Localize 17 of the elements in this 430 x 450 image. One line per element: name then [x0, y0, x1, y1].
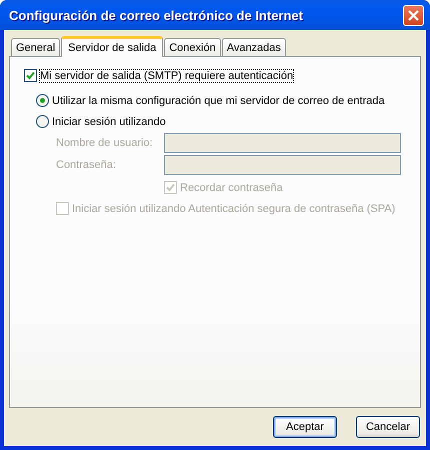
radio-label[interactable]: Iniciar sesión utilizando [52, 116, 166, 128]
tab[interactable]: Servidor de salida [61, 36, 164, 57]
field-label: Nombre de usuario: [56, 137, 154, 149]
checkbox-label[interactable]: Mi servidor de salida (SMTP) requiere autenticación [40, 70, 294, 82]
close-icon [408, 10, 419, 20]
radio-label[interactable]: Utilizar la misma configuración que mi servidor de correo de entrada [52, 94, 385, 106]
radio-button[interactable] [36, 94, 49, 107]
window-title: Configuración de correo electrónico de Internet [9, 8, 303, 22]
close-button[interactable] [403, 4, 424, 26]
dialog-button[interactable]: Aceptar [273, 416, 337, 438]
tab[interactable]: Avanzadas [222, 38, 286, 56]
dialog-button[interactable]: Cancelar [356, 416, 420, 438]
field-label: Contraseña: [56, 159, 117, 171]
tab[interactable]: General [11, 38, 60, 56]
tab[interactable]: Conexión [164, 38, 221, 56]
checkbox[interactable] [24, 69, 37, 82]
radio-button[interactable] [36, 115, 49, 128]
